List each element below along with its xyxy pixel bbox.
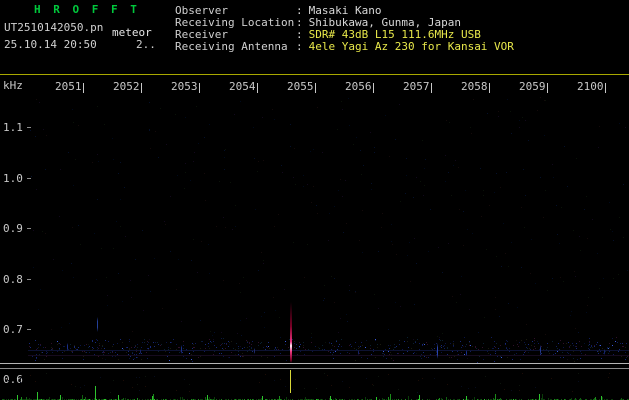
station-info-row: Receiving Antenna:4ele Yagi Az 230 for K… (175, 41, 514, 53)
meteor-echo (254, 348, 255, 354)
meter-spike (601, 396, 602, 400)
meter-bar (408, 396, 409, 400)
capture-datetime: 25.10.14 20:50 (4, 38, 97, 51)
freq-axis-label: 1.0 (3, 172, 23, 185)
meter-spike (419, 395, 420, 400)
freq-axis-tick (27, 178, 31, 179)
meter-spike (466, 396, 467, 400)
meteor-echo (97, 317, 98, 332)
noise-band-line (28, 355, 629, 356)
time-axis-label: 2051 (55, 80, 82, 93)
meter-bar (390, 394, 391, 400)
meteor-echo (67, 343, 68, 351)
hrofft-window: H R O F F T UT2510142050.pn meteor 25.10… (0, 0, 629, 400)
time-axis-label: 2056 (345, 80, 372, 93)
meteor-echo (140, 349, 141, 354)
freq-axis-unit: kHz (3, 79, 23, 92)
time-axis-label: 2100 (577, 80, 604, 93)
freq-axis-tick (27, 127, 31, 128)
meteor-echo (466, 350, 467, 356)
noise-meter (0, 369, 629, 400)
meteor-echo (540, 345, 541, 355)
time-axis-label: 2057 (403, 80, 430, 93)
time-axis-tick (547, 83, 548, 93)
meteor-echo (437, 343, 438, 359)
time-axis-label: 2058 (461, 80, 488, 93)
freq-axis-tick (27, 228, 31, 229)
time-axis-tick (431, 83, 432, 93)
time-axis-tick (257, 83, 258, 93)
header-counter: 2.. (136, 38, 156, 51)
time-axis-tick (373, 83, 374, 93)
time-marker (290, 370, 291, 393)
meter-spike (60, 395, 61, 400)
meter-spike (330, 396, 331, 400)
meter-spike (17, 395, 18, 400)
capture-filename: UT2510142050.pn (4, 21, 104, 34)
time-axis-tick (83, 83, 84, 93)
time-axis-label: 2053 (171, 80, 198, 93)
header-separator-line (0, 74, 629, 75)
time-axis-tick (141, 83, 142, 93)
app-title: H R O F F T (34, 3, 140, 16)
meteor-echo-main (290, 302, 292, 363)
time-axis-tick (605, 83, 606, 93)
noise-band-line (28, 350, 629, 351)
time-axis-label: 2059 (519, 80, 546, 93)
info-row-value: 4ele Yagi Az 230 for Kansai VOR (308, 40, 514, 53)
freq-axis-label: 0.7 (3, 323, 23, 336)
meteor-echo (604, 349, 605, 355)
meter-bar (495, 394, 496, 400)
freq-axis-tick (27, 279, 31, 280)
meteor-echo (181, 345, 182, 354)
freq-axis-label: 1.1 (3, 121, 23, 134)
time-axis-label: 2052 (113, 80, 140, 93)
meter-spike (152, 396, 153, 400)
time-axis-label: 2054 (229, 80, 256, 93)
meter-spike (539, 394, 540, 400)
time-axis-tick (199, 83, 200, 93)
freq-axis-label: 0.8 (3, 273, 23, 286)
meter-spike (207, 395, 208, 400)
meter-spike (118, 395, 119, 400)
meter-spike (95, 386, 96, 400)
freq-axis-label: 0.9 (3, 222, 23, 235)
info-row-label: Receiving Antenna (175, 40, 288, 53)
info-row-sep: : (296, 40, 303, 53)
time-axis-tick (489, 83, 490, 93)
meter-noise (0, 0, 1, 1)
freq-axis-tick (27, 329, 31, 330)
meteor-echo (358, 350, 359, 355)
time-axis-tick (315, 83, 316, 93)
station-info: Observer: Masaki Kano Receiving Location: S… (175, 5, 514, 53)
time-axis-label: 2055 (287, 80, 314, 93)
meter-spike (37, 392, 38, 400)
spectrogram-bottom-line (0, 363, 629, 364)
meter-spike (262, 396, 263, 400)
